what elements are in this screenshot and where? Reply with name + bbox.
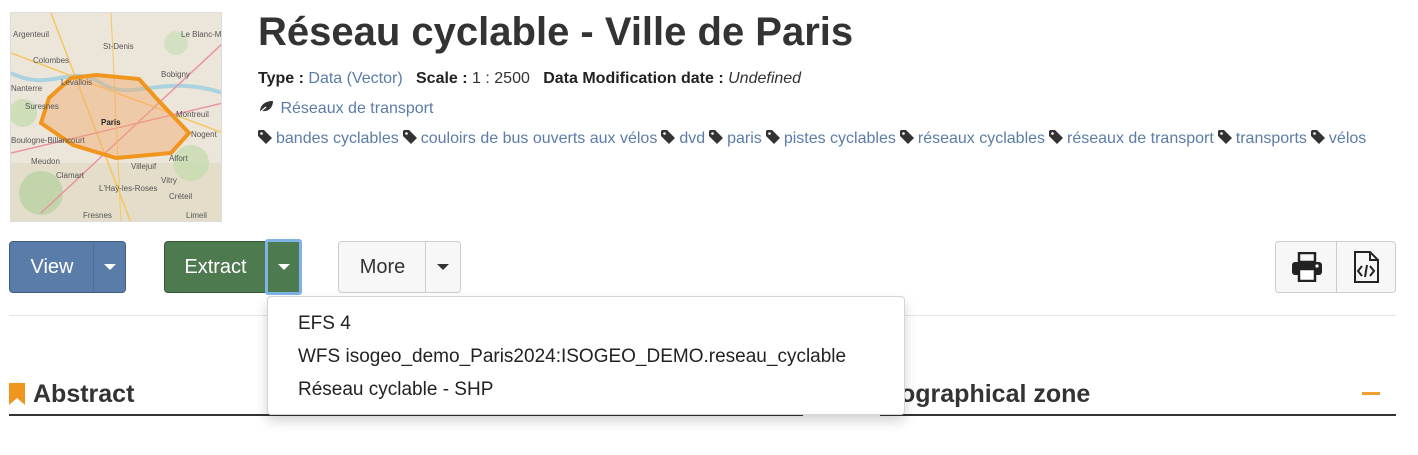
tag-icon	[1217, 130, 1232, 144]
svg-text:St-Denis: St-Denis	[103, 42, 134, 51]
scale-value: 1 : 2500	[472, 70, 530, 87]
leaf-icon	[258, 101, 273, 114]
extract-dropdown-toggle[interactable]	[265, 239, 302, 295]
tag-link[interactable]: réseaux cyclables	[899, 130, 1046, 147]
svg-text:Limeil: Limeil	[186, 211, 207, 220]
svg-text:Bobigny: Bobigny	[161, 70, 190, 79]
scale-label: Scale :	[416, 70, 468, 87]
file-code-icon	[1354, 251, 1379, 283]
collapse-minus-icon[interactable]	[1362, 392, 1380, 395]
tag-link[interactable]: réseaux de transport	[1049, 130, 1214, 147]
svg-text:Nogent: Nogent	[191, 130, 218, 139]
dataset-thumbnail-map: Argenteuil St-Denis Colombes Levallois N…	[10, 12, 222, 222]
xml-export-button[interactable]	[1336, 241, 1396, 293]
svg-text:Suresnes: Suresnes	[25, 102, 59, 111]
svg-text:L'Haÿ-les-Roses: L'Haÿ-les-Roses	[99, 184, 157, 193]
extract-button[interactable]: Extract	[164, 241, 266, 293]
tag-label: réseaux cyclables	[917, 130, 1046, 147]
tag-label: vélos	[1328, 130, 1367, 147]
tag-label: couloirs de bus ouverts aux vélos	[420, 130, 658, 147]
tag-icon	[899, 130, 914, 144]
dataset-metadata-line: Type : Data (Vector) Scale : 1 : 2500 Da…	[258, 70, 801, 88]
type-label: Type :	[258, 70, 304, 87]
tag-label: pistes cyclables	[783, 130, 896, 147]
svg-text:Boulogne-Billancourt: Boulogne-Billancourt	[11, 136, 86, 145]
tag-label: dvd	[679, 130, 706, 147]
svg-text:Paris: Paris	[101, 118, 121, 127]
tag-link[interactable]: dvd	[661, 130, 705, 147]
extract-menu-item-wfs[interactable]: WFS isogeo_demo_Paris2024:ISOGEO_DEMO.re…	[298, 346, 846, 368]
svg-text:Meudon: Meudon	[31, 157, 60, 166]
print-button[interactable]	[1275, 241, 1337, 293]
tag-icon	[661, 130, 676, 144]
extract-menu-item-efs[interactable]: EFS 4	[298, 313, 351, 335]
extract-dropdown-menu: EFS 4 WFS isogeo_demo_Paris2024:ISOGEO_D…	[267, 296, 905, 415]
bookmark-icon	[9, 383, 25, 405]
tag-list: bandes cyclables couloirs de bus ouverts …	[258, 130, 1370, 148]
svg-text:Le Blanc-Mesnil: Le Blanc-Mesnil	[181, 30, 222, 39]
svg-text:Fresnes: Fresnes	[83, 211, 112, 220]
tag-icon	[258, 130, 272, 144]
svg-text:Colombes: Colombes	[33, 56, 69, 65]
svg-text:Villejuif: Villejuif	[131, 162, 157, 171]
abstract-section-title: Abstract	[33, 380, 135, 408]
modification-date-label: Data Modification date :	[543, 70, 724, 87]
extract-menu-item-shp[interactable]: Réseau cyclable - SHP	[298, 379, 493, 401]
svg-text:Nanterre: Nanterre	[11, 84, 43, 93]
caret-down-icon	[103, 264, 116, 270]
tag-link[interactable]: transports	[1217, 130, 1307, 147]
svg-text:Vitry: Vitry	[161, 176, 177, 185]
tag-link[interactable]: bandes cyclables	[258, 130, 399, 147]
dataset-title: Réseau cyclable - Ville de Paris	[258, 10, 854, 54]
tag-link[interactable]: pistes cyclables	[765, 130, 896, 147]
svg-text:Levallois: Levallois	[61, 78, 92, 87]
geographical-zone-underline	[880, 414, 1396, 416]
svg-text:Créteil: Créteil	[169, 192, 192, 201]
tag-label: paris	[727, 130, 762, 147]
tag-label: réseaux de transport	[1067, 130, 1214, 147]
view-button[interactable]: View	[9, 241, 94, 293]
svg-text:Alfort: Alfort	[169, 154, 188, 163]
tag-link[interactable]: paris	[709, 130, 762, 147]
modification-date-value: Undefined	[728, 70, 802, 87]
print-icon	[1291, 252, 1322, 282]
tag-icon	[402, 130, 417, 144]
tag-link[interactable]: vélos	[1310, 130, 1367, 147]
more-dropdown-toggle[interactable]	[425, 241, 461, 293]
svg-text:Argenteuil: Argenteuil	[13, 30, 49, 39]
svg-text:Clamart: Clamart	[56, 171, 85, 180]
svg-text:Montreuil: Montreuil	[176, 110, 209, 119]
tag-icon	[1310, 130, 1325, 144]
tag-label: transports	[1235, 130, 1307, 147]
category-label: Réseaux de transport	[280, 100, 434, 117]
view-dropdown-toggle[interactable]	[93, 241, 126, 293]
tag-icon	[1049, 130, 1064, 144]
tag-icon	[765, 130, 780, 144]
caret-down-icon	[277, 264, 290, 270]
tag-icon	[709, 130, 724, 144]
tag-label: bandes cyclables	[276, 130, 399, 147]
tag-link[interactable]: couloirs de bus ouverts aux vélos	[402, 130, 658, 147]
geographical-zone-section-title: ographical zone	[900, 380, 1091, 408]
caret-down-icon	[437, 264, 449, 270]
type-value-link[interactable]: Data (Vector)	[308, 70, 402, 87]
more-button[interactable]: More	[338, 241, 426, 293]
category-link[interactable]: Réseaux de transport	[258, 100, 433, 118]
